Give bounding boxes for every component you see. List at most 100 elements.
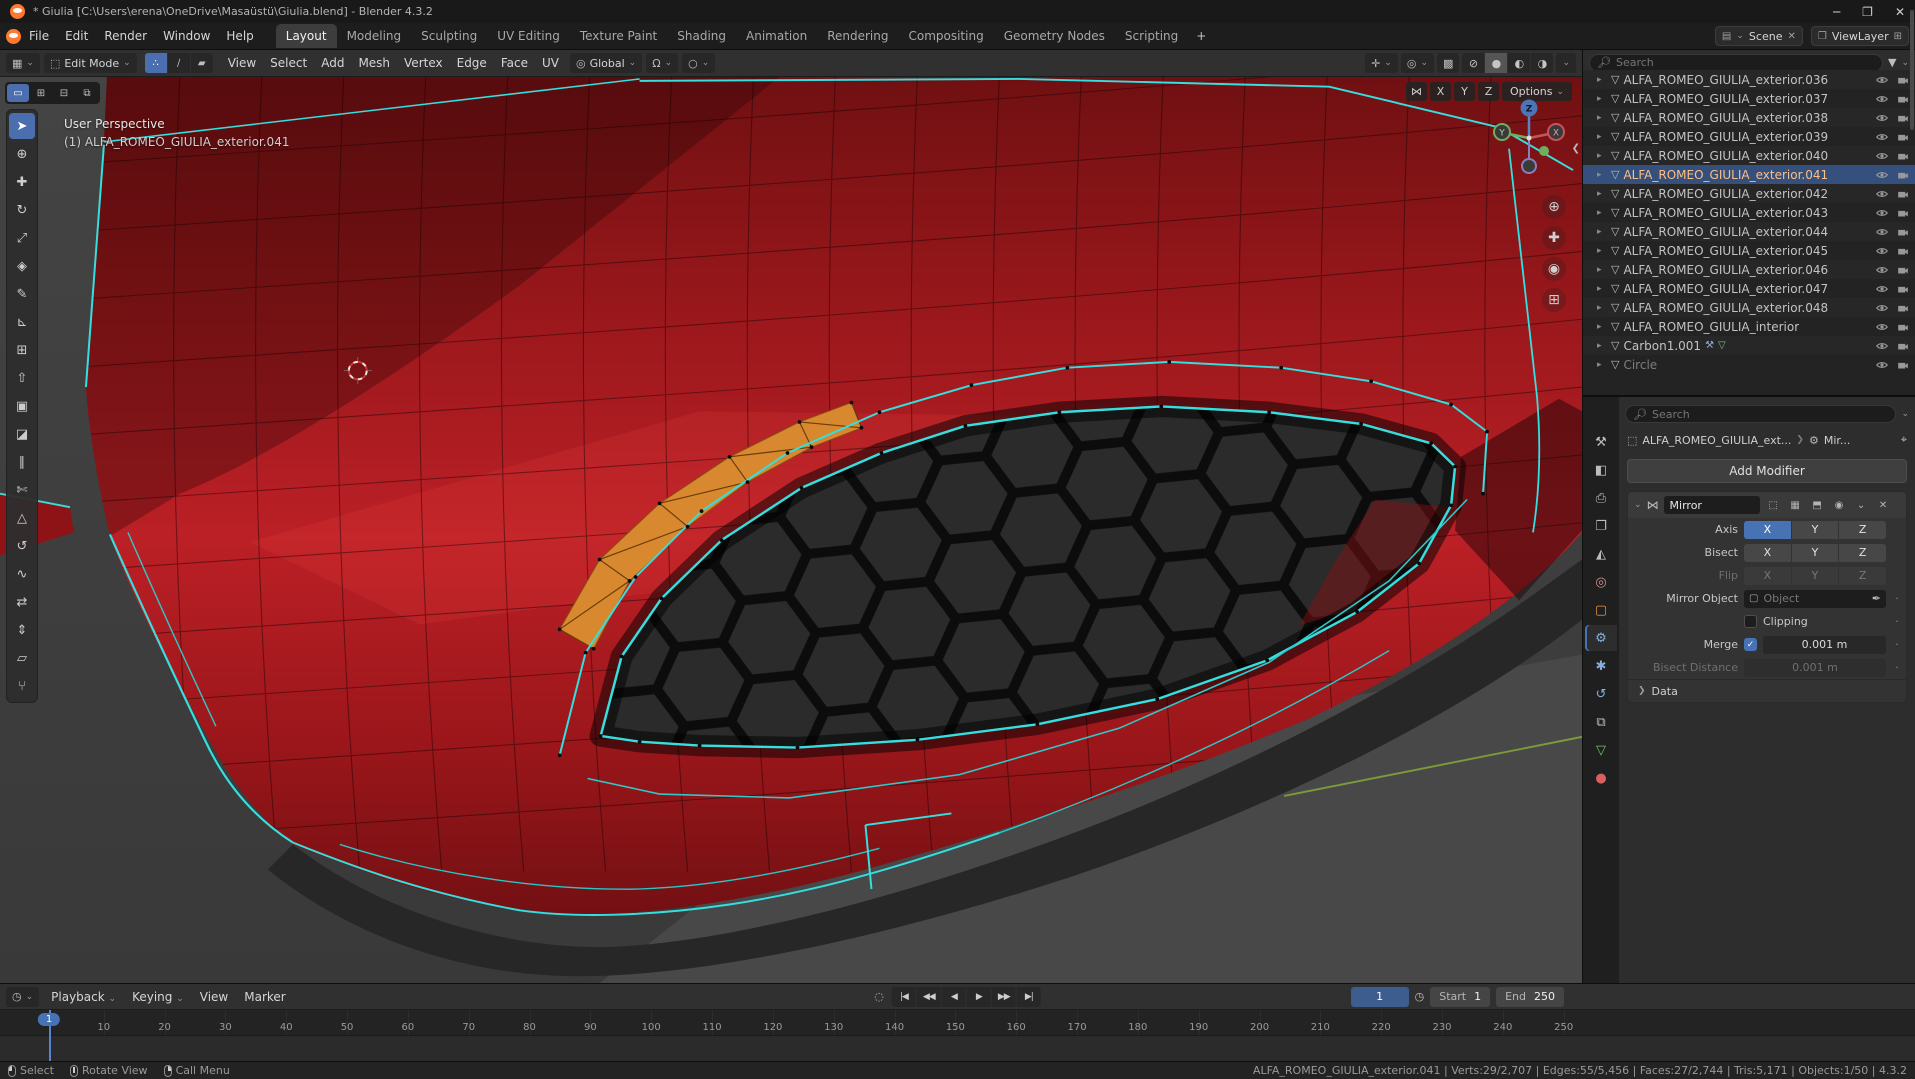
tool-scale[interactable]: ⤢ [9,225,35,251]
mirror-axis-x-toggle[interactable]: X [1430,82,1451,101]
expand-icon[interactable]: ⌄ [1634,500,1642,510]
current-frame-field[interactable]: 1 [1350,986,1409,1007]
bisect-z-button[interactable]: Z [1839,543,1887,562]
close-button[interactable]: ✕ [1895,5,1905,19]
hide-in-viewport-icon[interactable] [1873,319,1890,334]
outliner-search[interactable]: 🔎︎ [1589,53,1883,72]
hide-in-viewport-icon[interactable] [1873,224,1890,239]
face-select-mode-button[interactable]: ▰ [190,53,213,73]
disable-in-renders-icon[interactable] [1894,243,1911,258]
clipping-checkbox[interactable] [1744,615,1757,628]
timeline-editor-selector[interactable]: ◷ ⌄ [6,986,40,1007]
bisect-x-button[interactable]: X [1744,543,1791,562]
edge-select-mode-button[interactable]: ∕ [167,53,190,73]
outliner-item[interactable]: ▸ ▽ ALFA_ROMEO_GIULIA_exterior.044 [1583,222,1915,241]
tool-poly-build[interactable]: △ [9,505,35,531]
expand-caret-icon[interactable]: ▸ [1597,227,1607,237]
tool-inset-faces[interactable]: ▣ [9,393,35,419]
disable-in-renders-icon[interactable] [1894,262,1911,277]
pan-hand-icon[interactable]: ✚ [1542,226,1566,250]
snapping-dropdown[interactable]: Ω ⌄ [646,53,679,73]
outliner-item[interactable]: ▸ ▽ ALFA_ROMEO_GIULIA_exterior.047 [1583,279,1915,298]
select-difference-icon[interactable]: ⧉ [76,84,98,102]
tool-extrude-region[interactable]: ⇧ [9,365,35,391]
menu-file[interactable]: File [21,26,57,46]
outliner-search-input[interactable] [1615,56,1875,69]
properties-tab-render[interactable]: ◧ [1585,457,1617,483]
scene-selector[interactable]: ▤ ⌄ Scene ✕ [1714,26,1803,46]
show-gizmo-dropdown[interactable]: ✛ ⌄ [1365,53,1398,73]
workspace-tab-scripting[interactable]: Scripting [1115,24,1188,48]
viewport-menu-add[interactable]: Add [314,53,351,73]
properties-tab-data[interactable]: ▽ [1585,737,1617,763]
jump-to-start-button[interactable]: |◀ [891,986,916,1007]
hide-in-viewport-icon[interactable] [1873,357,1890,372]
axis-x-button[interactable]: X [1744,520,1791,539]
play-reverse-button[interactable]: ◀ [941,986,966,1007]
tool-smooth[interactable]: ∿ [9,561,35,587]
outliner-item[interactable]: ▸ ▽ Circle [1583,355,1915,374]
axis-z-button[interactable]: Z [1839,520,1887,539]
tool-measure[interactable]: ⊾ [9,309,35,335]
realtime-toggle-icon[interactable]: ⬒ [1809,500,1826,511]
minimize-button[interactable]: ─ [1833,5,1840,19]
hide-in-viewport-icon[interactable] [1873,91,1890,106]
frame-start-field[interactable]: Start 1 [1430,986,1491,1007]
hide-in-viewport-icon[interactable] [1873,281,1890,296]
expand-caret-icon[interactable]: ▸ [1597,75,1607,85]
tool-rip-region[interactable]: ⑂ [9,673,35,699]
hide-in-viewport-icon[interactable] [1873,205,1890,220]
disable-in-renders-icon[interactable] [1894,167,1911,182]
mode-dropdown[interactable]: ⬚ Edit Mode ⌄ [43,53,137,73]
properties-tab-modifiers[interactable]: ⚙ [1585,625,1617,651]
outliner-item[interactable]: ▸ ▽ ALFA_ROMEO_GIULIA_exterior.045 [1583,241,1915,260]
tool-rotate[interactable]: ↻ [9,197,35,223]
timeline-menu-keying[interactable]: Keying ⌄ [124,987,192,1007]
workspace-tab-geometry-nodes[interactable]: Geometry Nodes [994,24,1115,48]
properties-tab-scene[interactable]: ◭ [1585,541,1617,567]
outliner-item[interactable]: ▸ ▽ ALFA_ROMEO_GIULIA_exterior.036 [1583,70,1915,89]
timeline-menu-view[interactable]: View [192,987,236,1007]
workspace-tab-sculpting[interactable]: Sculpting [411,24,487,48]
render-toggle-icon[interactable]: ◉ [1831,500,1848,511]
flip-z-button[interactable]: Z [1839,566,1887,585]
expand-caret-icon[interactable]: ▸ [1597,303,1607,313]
outliner-item[interactable]: ▸ ▽ ALFA_ROMEO_GIULIA_exterior.042 [1583,184,1915,203]
viewport-menu-face[interactable]: Face [494,53,535,73]
timeline-menu-marker[interactable]: Marker [236,987,293,1007]
timeline-menu-playback[interactable]: Playback ⌄ [43,987,124,1007]
disable-in-renders-icon[interactable] [1894,319,1911,334]
data-subpanel-header[interactable]: ❯ Data [1628,679,1906,702]
viewport-menu-view[interactable]: View [221,53,263,73]
properties-tab-object[interactable]: ▢ [1585,597,1617,623]
breadcrumb-object[interactable]: ALFA_ROMEO_GIULIA_ext... [1642,434,1791,447]
expand-caret-icon[interactable]: ▸ [1597,265,1607,275]
disable-in-renders-icon[interactable] [1894,205,1911,220]
play-button[interactable]: ▶ [966,986,991,1007]
disable-in-renders-icon[interactable] [1894,110,1911,125]
outliner-item[interactable]: ▸ ▽ ALFA_ROMEO_GIULIA_exterior.038 [1583,108,1915,127]
hide-in-viewport-icon[interactable] [1873,72,1890,87]
timeline-ruler[interactable]: 10 20 30 40 50 60 70 80 90 100 110 120 130 140 150 160 1… [0,1010,1915,1036]
outliner-item[interactable]: ▸ ▽ ALFA_ROMEO_GIULIA_exterior.037 [1583,89,1915,108]
disable-in-renders-icon[interactable] [1894,338,1911,353]
maximize-button[interactable]: ❐ [1862,5,1873,19]
zoom-icon[interactable]: ⊕ [1542,195,1566,219]
timeline-track[interactable] [0,1036,1915,1061]
editor-type-selector[interactable]: ▦ ⌄ [6,53,40,73]
auto-keyframe-icon[interactable]: ◌ [874,990,884,1003]
proportional-editing-dropdown[interactable]: ○ ⌄ [682,53,716,73]
shading-dropdown[interactable]: ⌄ [1556,53,1576,73]
disable-in-renders-icon[interactable] [1894,281,1911,296]
hide-in-viewport-icon[interactable] [1873,338,1890,353]
sidebar-toggle-arrow[interactable]: ❮ [1572,143,1580,154]
expand-caret-icon[interactable]: ▸ [1597,189,1607,199]
tool-edge-slide[interactable]: ⇄ [9,589,35,615]
expand-caret-icon[interactable]: ▸ [1597,113,1607,123]
jump-to-end-button[interactable]: ▶| [1016,986,1041,1007]
outliner-item[interactable]: ▸ ▽ ALFA_ROMEO_GIULIA_exterior.046 [1583,260,1915,279]
expand-caret-icon[interactable]: ▸ [1597,94,1607,104]
disable-in-renders-icon[interactable] [1894,300,1911,315]
tool-move[interactable]: ✚ [9,169,35,195]
viewport-menu-mesh[interactable]: Mesh [351,53,397,73]
